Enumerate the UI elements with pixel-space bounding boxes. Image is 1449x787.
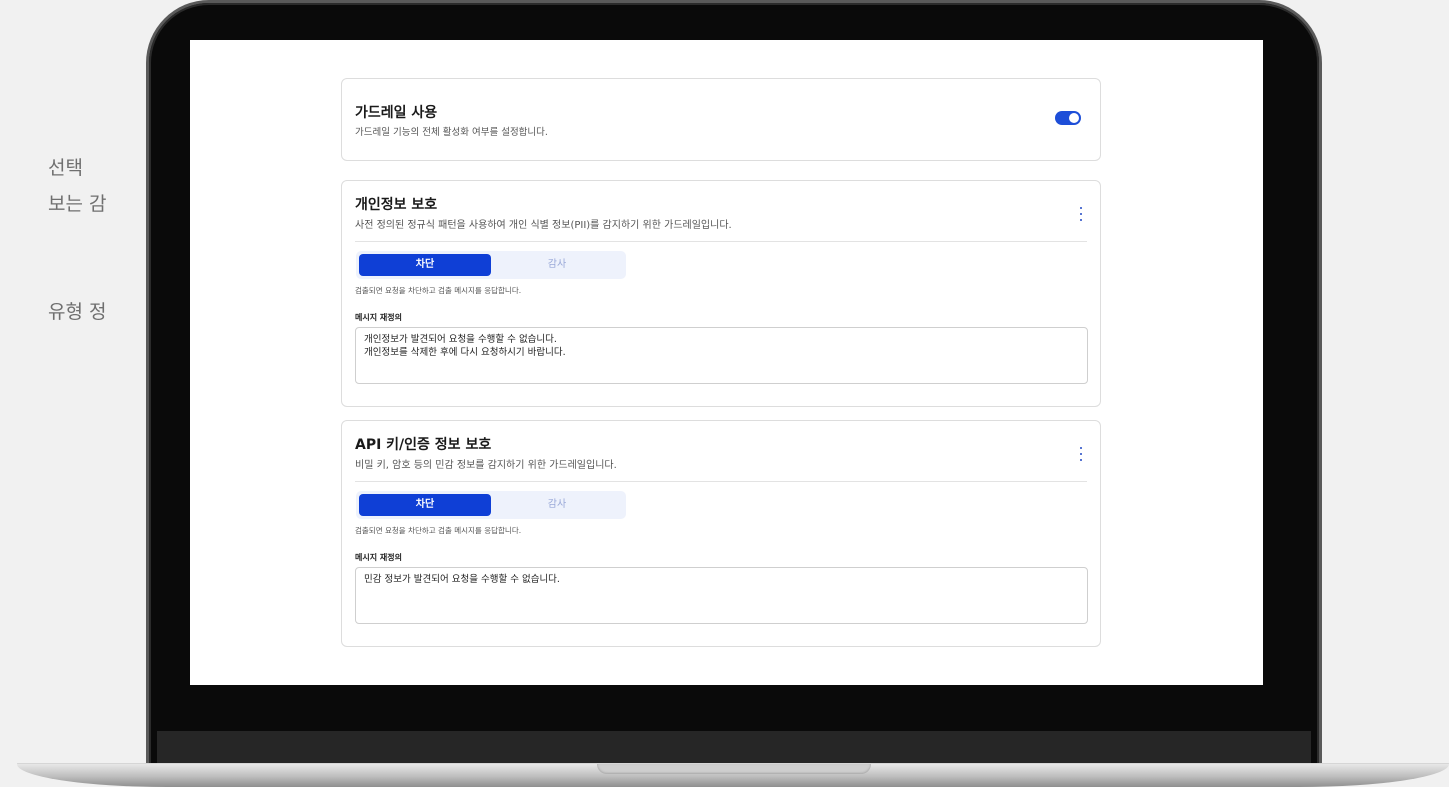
message-override-label: 메시지 재정의 (355, 553, 402, 562)
toggle-knob (1069, 113, 1079, 123)
mode-option-audit[interactable]: 감사 (491, 254, 623, 276)
laptop-bezel-bottom (157, 731, 1311, 764)
guardrail-toggle-title: 가드레일 사용 (355, 105, 438, 121)
card-description: 사전 정의된 정규식 패턴을 사용하여 개인 식별 정보(PII)를 감지하기 … (355, 220, 732, 231)
message-override-textarea[interactable]: 개인정보가 발견되어 요청을 수행할 수 없습니다. 개인정보를 삭제한 후에 … (355, 327, 1088, 384)
message-override-label: 메시지 재정의 (355, 313, 402, 322)
mode-help-text: 검출되면 요청을 차단하고 검출 메시지를 응답합니다. (355, 286, 522, 295)
api-key-guardrail-card: API 키/인증 정보 보호 비밀 키, 암호 등의 민감 정보를 감지하기 위… (341, 420, 1101, 647)
mode-segmented-control: 차단 감사 (356, 491, 626, 519)
more-options-icon[interactable] (1076, 447, 1086, 461)
pii-guardrail-card: 개인정보 보호 사전 정의된 정규식 패턴을 사용하여 개인 식별 정보(PII… (341, 180, 1101, 407)
guardrail-toggle-card: 가드레일 사용 가드레일 기능의 전체 활성화 여부를 설정합니다. (341, 78, 1101, 161)
laptop-screen: 가드레일 사용 가드레일 기능의 전체 활성화 여부를 설정합니다. 개인정보 … (190, 40, 1263, 685)
mode-option-audit[interactable]: 감사 (491, 494, 623, 516)
card-description: 비밀 키, 암호 등의 민감 정보를 감지하기 위한 가드레일입니다. (355, 460, 617, 471)
card-title: API 키/인증 정보 보호 (355, 437, 492, 453)
mode-option-block[interactable]: 차단 (359, 494, 491, 516)
laptop-notch (597, 764, 871, 774)
card-title: 개인정보 보호 (355, 197, 438, 213)
mode-segmented-control: 차단 감사 (356, 251, 626, 279)
message-override-textarea[interactable]: 민감 정보가 발견되어 요청을 수행할 수 없습니다. (355, 567, 1088, 624)
guardrail-enable-toggle[interactable] (1055, 111, 1081, 125)
divider (355, 241, 1087, 242)
mode-option-block[interactable]: 차단 (359, 254, 491, 276)
more-options-icon[interactable] (1076, 207, 1086, 221)
mode-help-text: 검출되면 요청을 차단하고 검출 메시지를 응답합니다. (355, 526, 522, 535)
guardrail-toggle-description: 가드레일 기능의 전체 활성화 여부를 설정합니다. (355, 127, 548, 138)
divider (355, 481, 1087, 482)
